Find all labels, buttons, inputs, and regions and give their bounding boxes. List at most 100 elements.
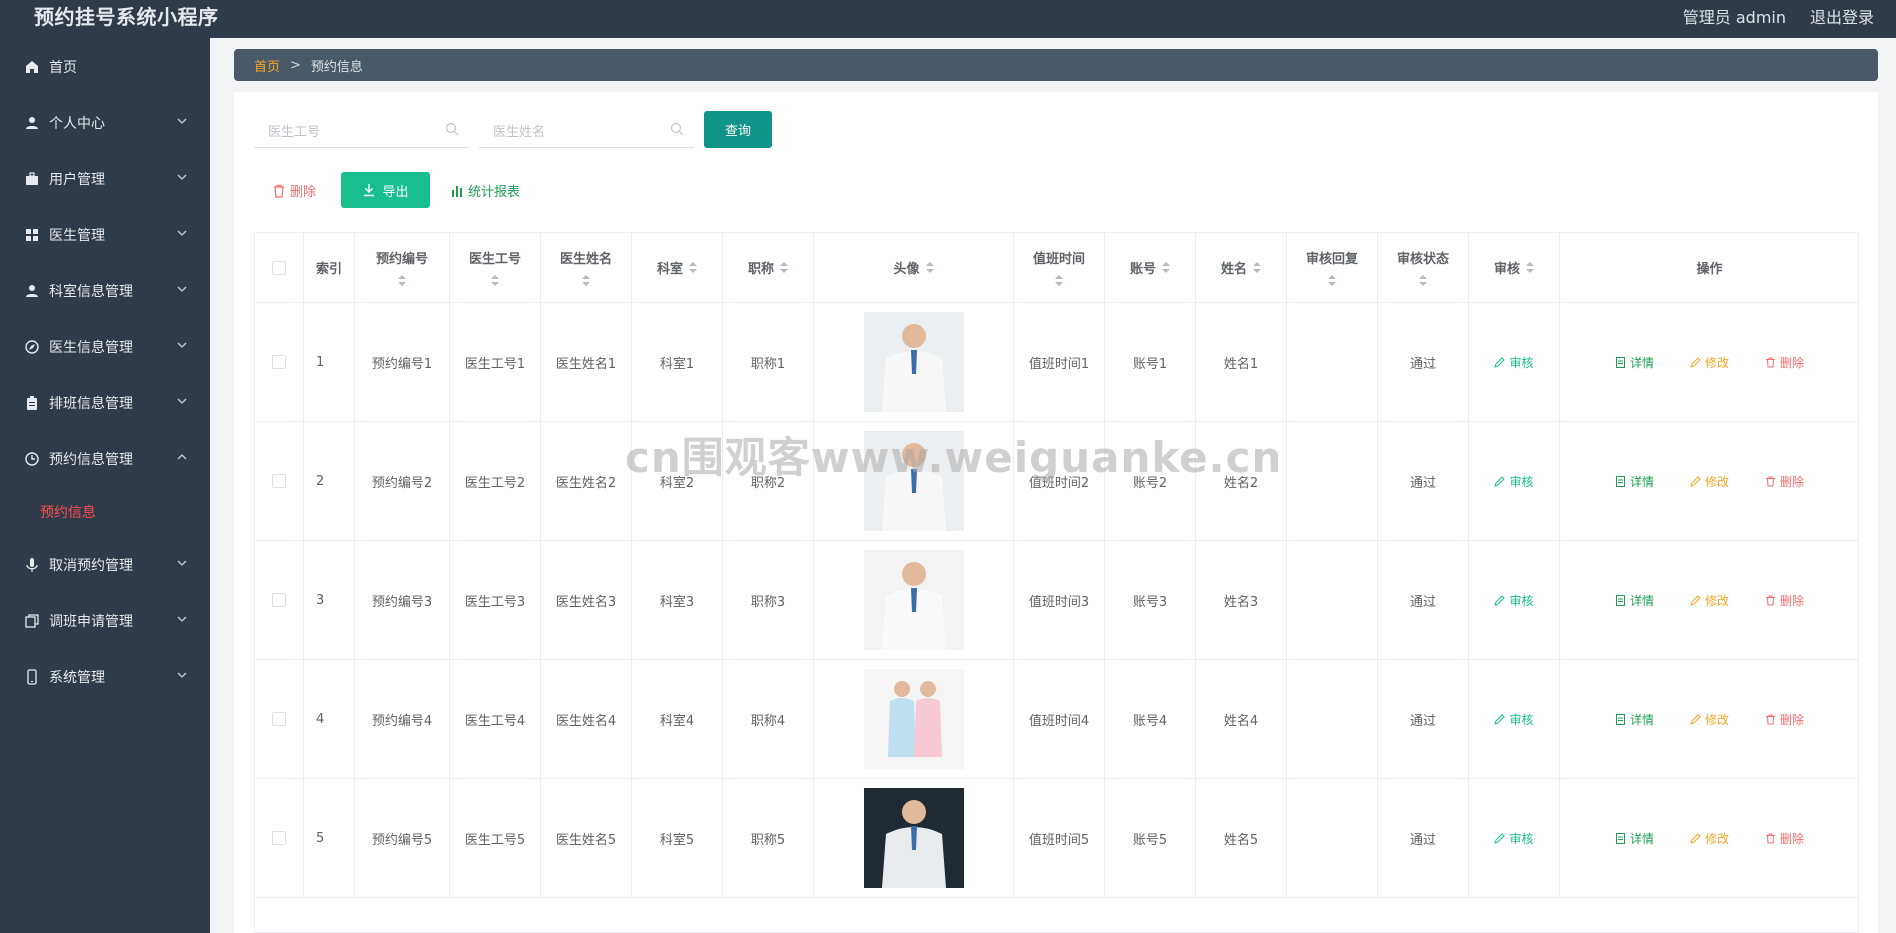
review-button[interactable]: 审核 xyxy=(1494,354,1534,371)
doctor-avatar-image[interactable] xyxy=(863,788,964,888)
header-review[interactable]: 审核 xyxy=(1469,233,1560,303)
bar-chart-icon xyxy=(452,185,462,197)
header-doctor-id[interactable]: 医生工号 xyxy=(450,233,541,303)
detail-button[interactable]: 详情 xyxy=(1615,473,1654,490)
sort-icon[interactable] xyxy=(1526,261,1534,274)
sidebar-item-cancellations[interactable]: 取消预约管理 xyxy=(0,545,210,585)
detail-button[interactable]: 详情 xyxy=(1615,592,1654,609)
edit-button[interactable]: 修改 xyxy=(1690,830,1729,847)
sidebar-item-doctors[interactable]: 医生管理 xyxy=(0,215,210,255)
detail-button[interactable]: 详情 xyxy=(1615,354,1654,371)
header-avatar[interactable]: 头像 xyxy=(814,233,1014,303)
sidebar-subitem-booking-info[interactable]: 预约信息 xyxy=(40,502,96,522)
delete-button[interactable]: 删除 xyxy=(1765,830,1804,847)
cell-account: 账号5 xyxy=(1105,779,1196,898)
cell-dept: 科室1 xyxy=(632,303,723,422)
cell-title: 职称4 xyxy=(723,660,814,779)
header-name[interactable]: 姓名 xyxy=(1196,233,1287,303)
row-checkbox[interactable] xyxy=(272,474,286,488)
row-select-cell xyxy=(255,779,304,898)
review-cell: 审核 xyxy=(1469,422,1560,541)
doctor-avatar-image[interactable] xyxy=(863,312,964,412)
avatar-cell xyxy=(814,303,1014,422)
edit-button[interactable]: 修改 xyxy=(1690,592,1729,609)
edit-icon xyxy=(1690,832,1701,844)
delete-button[interactable]: 删除 xyxy=(1765,711,1804,728)
sidebar-item-users[interactable]: 用户管理 xyxy=(0,159,210,199)
sidebar-item-personal[interactable]: 个人中心 xyxy=(0,103,210,143)
doctor-name-input[interactable]: 医生姓名 xyxy=(479,114,694,148)
review-label: 审核 xyxy=(1509,474,1534,489)
batch-delete-button[interactable]: 删除 xyxy=(272,181,316,200)
sidebar-item-label: 医生信息管理 xyxy=(49,340,133,356)
stats-report-button[interactable]: 统计报表 xyxy=(450,181,520,200)
header-account[interactable]: 账号 xyxy=(1105,233,1196,303)
sort-icon[interactable] xyxy=(1328,275,1336,287)
header-review-status[interactable]: 审核状态 xyxy=(1378,233,1469,303)
header-dept[interactable]: 科室 xyxy=(632,233,723,303)
review-button[interactable]: 审核 xyxy=(1494,830,1534,847)
row-checkbox[interactable] xyxy=(272,831,286,845)
doctor-avatar-image[interactable] xyxy=(863,669,964,769)
breadcrumb-home[interactable]: 首页 xyxy=(254,56,280,75)
review-button[interactable]: 审核 xyxy=(1494,473,1534,490)
document-icon xyxy=(1615,594,1625,606)
header-booking-no[interactable]: 预约编号 xyxy=(355,233,450,303)
sort-icon[interactable] xyxy=(1162,261,1170,274)
header-label: 医生姓名 xyxy=(559,252,612,267)
sort-icon[interactable] xyxy=(582,275,590,287)
header-duty-time[interactable]: 值班时间 xyxy=(1014,233,1105,303)
select-all-checkbox[interactable] xyxy=(272,260,286,275)
sidebar-item-doctor-info[interactable]: 医生信息管理 xyxy=(0,327,210,367)
doctor-avatar-image[interactable] xyxy=(863,550,964,650)
review-label: 审核 xyxy=(1509,712,1534,727)
cell-index: 1 xyxy=(304,303,355,422)
header-label: 职称 xyxy=(747,262,774,277)
actions-cell: 详情 修改 删除 xyxy=(1560,660,1858,779)
header-review-reply[interactable]: 审核回复 xyxy=(1287,233,1378,303)
delete-button[interactable]: 删除 xyxy=(1765,592,1804,609)
sort-icon[interactable] xyxy=(1419,275,1427,287)
sort-icon[interactable] xyxy=(925,261,934,274)
delete-label: 删除 xyxy=(1780,593,1805,608)
logout-link[interactable]: 退出登录 xyxy=(1810,4,1874,28)
edit-button[interactable]: 修改 xyxy=(1690,711,1729,728)
edit-button[interactable]: 修改 xyxy=(1690,473,1729,490)
cell-reply xyxy=(1287,541,1378,660)
detail-button[interactable]: 详情 xyxy=(1615,711,1654,728)
delete-button[interactable]: 删除 xyxy=(1765,473,1804,490)
sort-icon[interactable] xyxy=(689,261,697,274)
sidebar-item-departments[interactable]: 科室信息管理 xyxy=(0,271,210,311)
cell-doctor-name: 医生姓名5 xyxy=(541,779,632,898)
edit-button[interactable]: 修改 xyxy=(1690,354,1729,371)
header-doctor-name[interactable]: 医生姓名 xyxy=(541,233,632,303)
sort-icon[interactable] xyxy=(491,275,499,287)
sidebar-item-shift-requests[interactable]: 调班申请管理 xyxy=(0,601,210,641)
export-button[interactable]: 导出 xyxy=(341,172,430,208)
query-button[interactable]: 查询 xyxy=(704,111,772,148)
delete-label: 删除 xyxy=(1780,355,1805,370)
header-title[interactable]: 职称 xyxy=(723,233,814,303)
review-button[interactable]: 审核 xyxy=(1494,592,1534,609)
sidebar-item-bookings[interactable]: 预约信息管理 xyxy=(0,439,210,479)
sidebar-item-home[interactable]: 首页 xyxy=(0,47,210,87)
delete-button[interactable]: 删除 xyxy=(1765,354,1804,371)
row-checkbox[interactable] xyxy=(272,355,286,369)
row-checkbox[interactable] xyxy=(272,593,286,607)
detail-button[interactable]: 详情 xyxy=(1615,830,1654,847)
sort-icon[interactable] xyxy=(780,261,788,274)
sidebar-item-system[interactable]: 系统管理 xyxy=(0,657,210,697)
sort-icon[interactable] xyxy=(1253,261,1261,274)
sidebar-item-label: 个人中心 xyxy=(49,116,105,132)
sort-icon[interactable] xyxy=(1055,275,1063,287)
sort-icon[interactable] xyxy=(398,275,406,287)
sidebar-item-schedule[interactable]: 排班信息管理 xyxy=(0,383,210,423)
review-button[interactable]: 审核 xyxy=(1494,711,1534,728)
sidebar-item-label: 医生管理 xyxy=(49,228,105,244)
row-checkbox[interactable] xyxy=(272,712,286,726)
pencil-icon xyxy=(1494,713,1506,725)
header-label: 科室 xyxy=(656,262,683,277)
header-select-all[interactable] xyxy=(255,233,304,303)
cell-title: 职称1 xyxy=(723,303,814,422)
doctor-id-input[interactable]: 医生工号 xyxy=(254,114,469,148)
